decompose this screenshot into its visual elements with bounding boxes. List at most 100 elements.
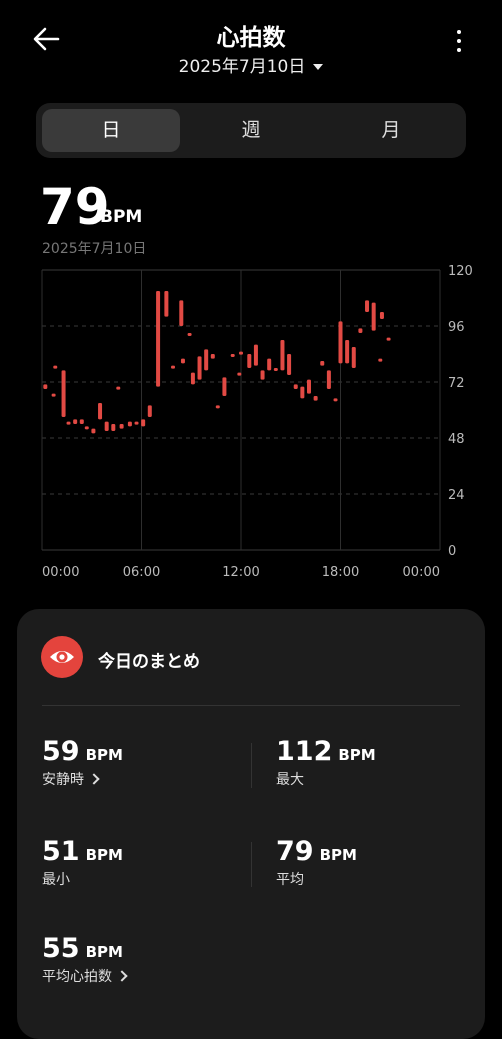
stat-resting[interactable]: 59 BPM 安静時 — [42, 737, 123, 789]
hr-range-bar — [230, 354, 235, 357]
hr-range-bar — [326, 370, 331, 389]
hr-range-bar — [204, 349, 209, 371]
hr-range-bar — [215, 405, 220, 409]
x-tick-label: 18:00 — [322, 565, 359, 580]
y-tick-label: 24 — [448, 488, 465, 503]
y-tick-label: 72 — [448, 376, 465, 391]
hr-range-bar — [134, 421, 139, 425]
date-selector[interactable]: 2025年7月10日 — [0, 52, 502, 77]
stat-label: 最大 — [276, 772, 304, 788]
hr-range-bar — [84, 426, 89, 430]
stat-value: 59 — [42, 736, 80, 767]
y-tick-label: 120 — [448, 264, 473, 279]
tab-day[interactable]: 日 — [42, 109, 180, 152]
hr-range-bar — [111, 424, 116, 431]
divider — [42, 705, 460, 706]
stat-value: 79 — [276, 836, 314, 867]
stat-value: 55 — [42, 933, 80, 964]
hr-range-bar — [190, 372, 195, 385]
hr-range-bar — [66, 421, 71, 425]
hr-range-bar — [141, 419, 146, 427]
hr-range-bar — [273, 368, 278, 371]
hr-range-bar — [320, 361, 325, 366]
hr-range-bar — [43, 384, 48, 389]
stat-unit: BPM — [85, 943, 123, 961]
x-tick-label: 06:00 — [123, 565, 160, 580]
hr-range-bar — [171, 365, 176, 369]
hr-range-bar — [127, 421, 132, 427]
y-tick-label: 0 — [448, 544, 456, 559]
x-tick-label: 00:00 — [42, 565, 79, 580]
hr-range-bar — [267, 358, 272, 371]
stat-label: 平均 — [276, 872, 304, 888]
hr-range-bar — [147, 405, 152, 417]
hr-range-bar — [116, 386, 121, 390]
stat-max: 112 BPM 最大 — [276, 737, 376, 789]
stat-unit: BPM — [85, 846, 123, 864]
stat-average: 79 BPM 平均 — [276, 837, 357, 889]
hr-range-bar — [98, 403, 103, 420]
current-bpm-unit: BPM — [100, 207, 143, 227]
hr-range-bar — [156, 291, 161, 387]
hr-range-bar — [210, 354, 215, 359]
summary-title: 今日のまとめ — [98, 652, 200, 672]
hr-range-bar — [253, 344, 258, 366]
hr-range-bar — [187, 333, 192, 336]
hr-range-bar — [378, 358, 383, 362]
date-label: 2025年7月10日 — [178, 57, 306, 77]
stat-label: 安静時 — [42, 772, 84, 788]
divider — [251, 743, 252, 788]
hr-range-bar — [260, 370, 265, 380]
hr-range-bar — [379, 312, 384, 319]
hr-range-bar — [287, 354, 292, 375]
x-tick-label: 12:00 — [222, 565, 259, 580]
stat-label: 平均心拍数 — [42, 969, 112, 985]
tab-month[interactable]: 月 — [322, 109, 460, 152]
hr-range-bar — [345, 340, 350, 364]
hr-range-bar — [237, 372, 242, 376]
stat-unit: BPM — [85, 746, 123, 764]
heart-rate-chart[interactable]: 120 96 72 48 24 0 00:00 06:00 12:00 18:00 00:00 — [0, 262, 502, 592]
hr-range-bar — [164, 291, 169, 317]
hr-range-bar — [104, 421, 109, 431]
hr-range-bar — [53, 365, 58, 369]
hr-range-bar — [180, 358, 185, 364]
hr-range-bar — [300, 386, 305, 399]
hr-range-bar — [386, 337, 391, 341]
stat-average-heart-rate[interactable]: 55 BPM 平均心拍数 — [42, 933, 128, 986]
hr-range-bar — [306, 379, 311, 394]
y-tick-label: 96 — [448, 320, 465, 335]
hr-range-bar — [358, 328, 363, 333]
hr-range-bar — [73, 419, 78, 424]
hr-range-bar — [351, 347, 356, 368]
hr-range-bar — [333, 398, 338, 402]
hr-range-bar — [91, 428, 96, 434]
hr-range-bar — [79, 419, 84, 424]
stat-unit: BPM — [338, 746, 376, 764]
hr-range-bar — [197, 356, 202, 380]
stat-value: 51 — [42, 836, 80, 867]
stat-min: 51 BPM 最小 — [42, 837, 123, 889]
hr-range-bar — [338, 321, 343, 364]
stat-value: 112 — [276, 736, 333, 767]
dot-icon — [457, 48, 461, 52]
y-tick-label: 48 — [448, 432, 465, 447]
chevron-right-icon — [88, 773, 100, 785]
more-options-button[interactable] — [450, 30, 468, 60]
divider — [251, 842, 252, 887]
hr-range-bar — [247, 354, 252, 368]
x-tick-label: 00:00 — [403, 565, 440, 580]
hr-range-bar — [119, 424, 124, 429]
hr-range-bar — [371, 302, 376, 331]
hr-range-bar — [313, 396, 318, 401]
hr-range-bar — [222, 377, 227, 396]
hr-range-bar — [179, 300, 184, 326]
hr-range-bar — [239, 351, 243, 355]
hr-range-bar — [365, 300, 370, 312]
hr-range-bar — [293, 384, 298, 389]
page-title: 心拍数 — [216, 25, 286, 51]
stat-unit: BPM — [319, 846, 357, 864]
dot-icon — [457, 30, 461, 34]
tab-week[interactable]: 週 — [182, 109, 320, 152]
dot-icon — [457, 39, 461, 43]
